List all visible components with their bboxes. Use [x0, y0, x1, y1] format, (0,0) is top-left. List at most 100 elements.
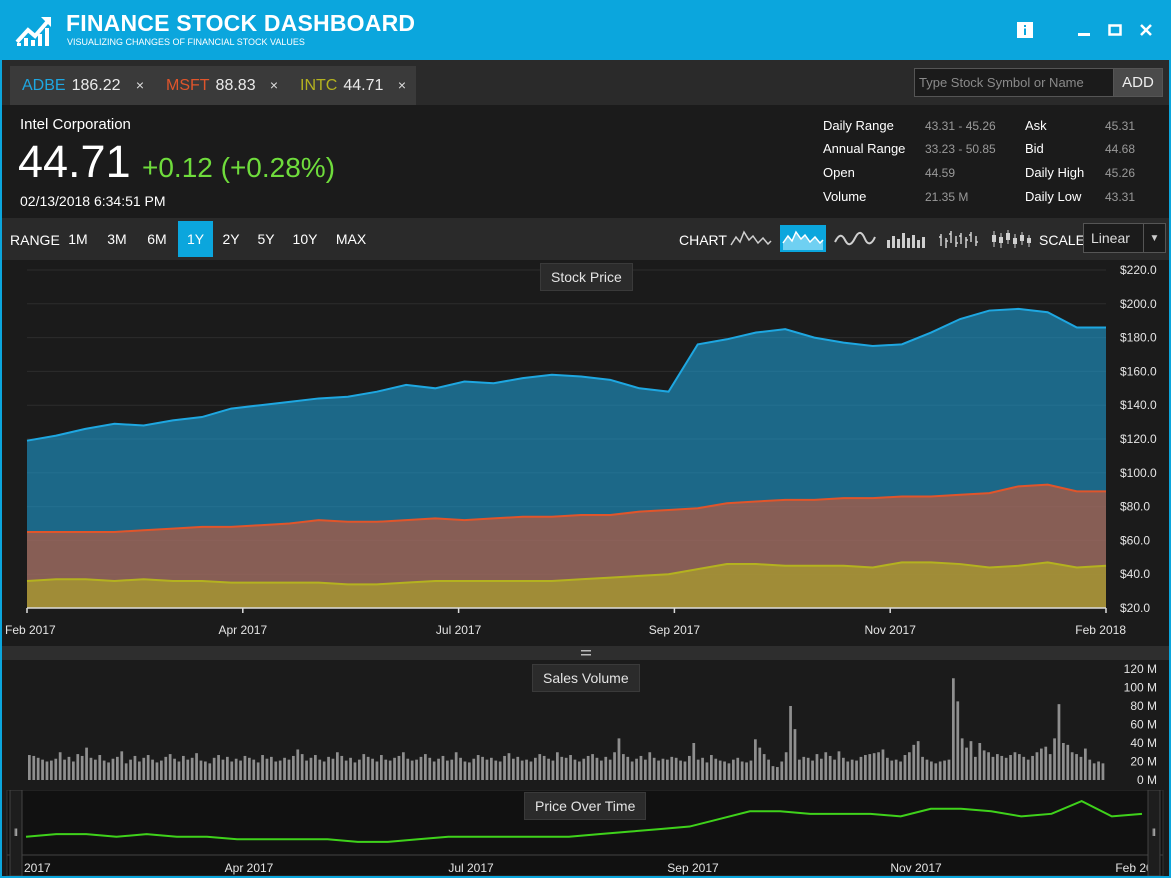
chart-type-ohlc-button[interactable] — [936, 225, 982, 252]
chart-type-column-button[interactable] — [884, 225, 930, 252]
volume-bar — [1022, 756, 1026, 780]
range-button-1y[interactable]: 1Y — [178, 221, 213, 257]
range-label: RANGE — [10, 232, 60, 248]
volume-bar — [789, 706, 792, 780]
volume-bar — [692, 743, 696, 780]
y-tick-label: 60 M — [1130, 718, 1157, 732]
volume-bar — [1070, 752, 1074, 780]
volume-bar — [129, 759, 132, 780]
volume-bar — [454, 752, 458, 780]
volume-bar — [388, 760, 392, 780]
y-tick-label: 80 M — [1130, 699, 1157, 713]
chart-type-spline-button[interactable] — [832, 225, 878, 252]
volume-bar — [762, 754, 766, 780]
tab-close-icon[interactable]: × — [270, 77, 278, 93]
volume-bar — [952, 678, 955, 780]
volume-bar — [472, 758, 476, 780]
volume-bar — [252, 759, 256, 780]
range-button-10y[interactable]: 10Y — [285, 221, 325, 257]
volume-bar — [349, 757, 352, 780]
tab-close-icon[interactable]: × — [398, 77, 406, 93]
volume-bar — [1092, 763, 1096, 780]
volume-bar — [965, 747, 968, 780]
scale-dropdown[interactable]: Linear ▼ — [1083, 223, 1166, 253]
volume-bar — [133, 755, 137, 780]
last-price: 44.71 — [18, 136, 131, 187]
volume-bar — [930, 761, 933, 780]
volume-bar — [569, 755, 572, 780]
maximize-button[interactable] — [1105, 20, 1125, 40]
stock-search-input[interactable] — [914, 68, 1114, 97]
chart-type-candlestick-button[interactable] — [988, 225, 1034, 252]
volume-bar — [802, 756, 806, 780]
volume-bar — [881, 749, 885, 780]
tab-adbe[interactable]: ADBE 186.22 × — [10, 66, 154, 105]
volume-bar — [441, 755, 445, 780]
volume-bar — [274, 761, 278, 780]
y-tick-label: 120 M — [1124, 662, 1157, 676]
range-button-1m[interactable]: 1M — [60, 221, 96, 257]
volume-bar — [648, 752, 652, 780]
volume-bar — [212, 757, 216, 780]
volume-bar — [138, 761, 141, 780]
quote-timestamp: 02/13/2018 6:34:51 PM — [20, 193, 166, 209]
add-stock-button[interactable]: ADD — [1113, 68, 1163, 97]
volume-bar — [371, 758, 374, 780]
volume-bar — [894, 759, 898, 780]
volume-bar — [344, 760, 348, 780]
close-window-button[interactable] — [1136, 20, 1156, 40]
tab-close-icon[interactable]: × — [136, 77, 144, 93]
volume-bar — [820, 758, 823, 780]
grip-icon: ‖ — [1152, 828, 1156, 839]
volume-bar — [287, 759, 291, 780]
chart-splitter-handle[interactable] — [2, 646, 1169, 660]
stat-label: Daily Low — [1025, 189, 1082, 204]
range-button-6m[interactable]: 6M — [138, 221, 176, 257]
volume-bar — [204, 761, 207, 780]
x-tick-label: Nov 2017 — [865, 623, 917, 637]
area-chart-icon — [782, 229, 824, 250]
volume-bar — [630, 761, 634, 780]
minimize-button[interactable] — [1074, 20, 1094, 40]
scale-label: SCALE — [1039, 232, 1085, 248]
volume-bar — [177, 761, 181, 780]
info-button[interactable] — [1015, 20, 1035, 40]
minimize-icon — [1078, 33, 1090, 36]
x-tick-label: Sep 2017 — [649, 623, 701, 637]
range-button-3m[interactable]: 3M — [98, 221, 136, 257]
chart-type-area-button[interactable] — [780, 225, 826, 252]
volume-bar — [146, 755, 150, 780]
chart-type-line-button[interactable] — [728, 225, 774, 252]
range-button-max[interactable]: MAX — [329, 221, 373, 257]
y-tick-label: $180.0 — [1120, 331, 1157, 345]
volume-bar — [278, 760, 282, 780]
stat-value: 43.31 — [1105, 190, 1136, 204]
volume-bar — [547, 758, 550, 780]
volume-bar — [102, 760, 106, 780]
tab-intc[interactable]: INTC 44.71 × — [288, 66, 416, 105]
scale-value: Linear — [1091, 230, 1130, 246]
volume-bar — [670, 756, 674, 780]
y-tick-label: $220.0 — [1120, 263, 1157, 277]
stat-label: Annual Range — [823, 141, 906, 156]
tab-msft[interactable]: MSFT 88.83 × — [154, 66, 288, 105]
line-chart-icon — [730, 229, 772, 245]
volume-bar — [899, 761, 902, 780]
price-change: +0.12 (+0.28%) — [142, 152, 336, 183]
volume-bar — [740, 761, 744, 780]
range-button-5y[interactable]: 5Y — [250, 221, 282, 257]
close-icon — [1140, 24, 1152, 36]
stock-price-chart: $20.0 $40.0 $60.0 $80.0 $100.0 $120.0 $140.0 $1… — [2, 260, 1169, 646]
volume-bar — [710, 755, 713, 780]
range-button-2y[interactable]: 2Y — [215, 221, 247, 257]
volume-bar — [124, 763, 128, 780]
volume-bar — [771, 766, 775, 780]
volume-bar — [76, 754, 80, 780]
stat-value: 43.31 - 45.26 — [925, 119, 996, 133]
volume-bar — [1013, 752, 1017, 780]
volume-bar — [54, 758, 58, 780]
volume-bar — [758, 747, 762, 780]
volume-bar — [94, 759, 97, 780]
volume-bar — [666, 759, 669, 780]
volume-bar — [529, 761, 533, 780]
